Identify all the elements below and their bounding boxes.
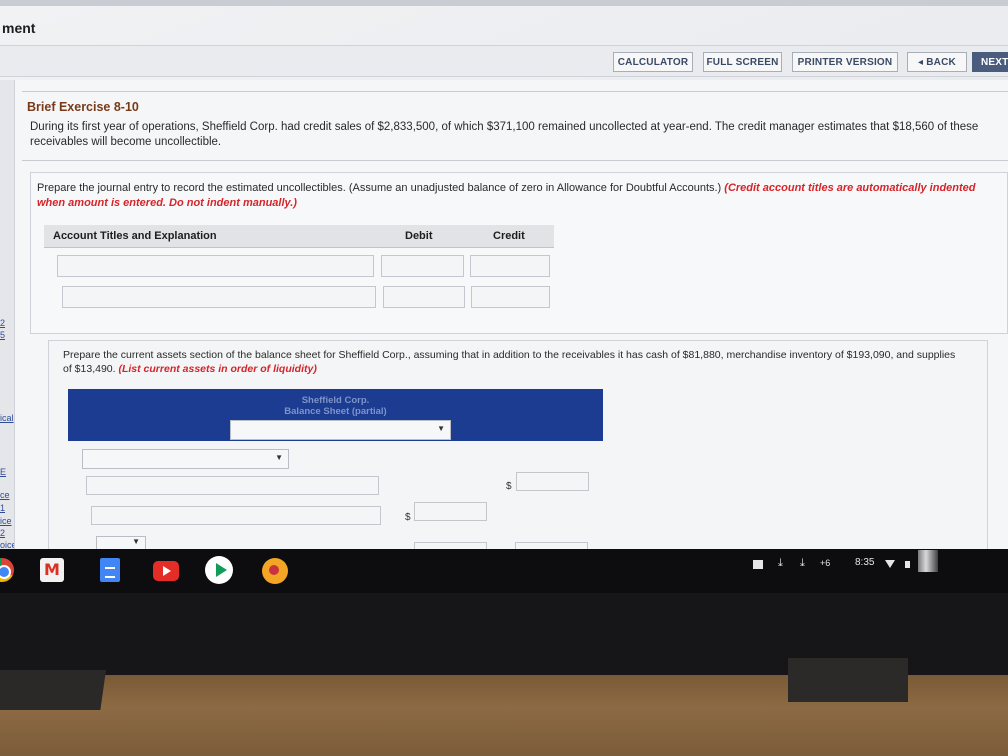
- next-button[interactable]: NEXT: [972, 52, 1008, 72]
- os-taskbar: [0, 549, 1008, 593]
- download-icon[interactable]: ⤓: [778, 557, 783, 570]
- gmail-icon[interactable]: [40, 558, 64, 582]
- asset-title-input-2[interactable]: [91, 506, 381, 525]
- col-header-credit: Credit: [493, 230, 525, 242]
- debit-input-2[interactable]: [383, 286, 465, 308]
- balance-red-note: (List current assets in order of liquidi…: [118, 363, 317, 375]
- asset-amount-input-2[interactable]: [414, 502, 487, 521]
- chevron-down-icon: ▼: [132, 537, 140, 546]
- sidebar-link[interactable]: E: [0, 467, 6, 477]
- printer-version-button[interactable]: PRINTER VERSION: [792, 52, 898, 72]
- dollar-sign: $: [405, 512, 411, 523]
- sidebar-link[interactable]: 5: [0, 330, 5, 340]
- browser-tab-strip: [0, 0, 1008, 6]
- notification-badge[interactable]: +6: [820, 558, 830, 568]
- asset-title-input-1[interactable]: [86, 476, 379, 495]
- laptop-hinge-right: [788, 658, 908, 702]
- chevron-down-icon: ▼: [437, 424, 445, 433]
- avatar[interactable]: [918, 550, 938, 572]
- sidebar-link[interactable]: 1: [0, 503, 5, 513]
- clock[interactable]: 8:35: [855, 557, 874, 568]
- screen-capture-icon[interactable]: [753, 560, 763, 569]
- category-select[interactable]: ▼: [82, 449, 289, 469]
- account-title-input-1[interactable]: [57, 255, 374, 277]
- asset-select-3[interactable]: ▼: [96, 536, 146, 550]
- balance-sheet-company: Sheffield Corp.: [301, 395, 370, 406]
- calculator-button[interactable]: CALCULATOR: [613, 52, 693, 72]
- credit-input-2[interactable]: [471, 286, 550, 308]
- exercise-intro-text: During its first year of operations, She…: [30, 121, 979, 148]
- browser-screen: ment CALCULATOR FULL SCREEN PRINTER VERS…: [0, 0, 1008, 556]
- battery-icon[interactable]: [905, 561, 910, 568]
- asset-amount-input-1[interactable]: [516, 472, 589, 491]
- app-icon[interactable]: [262, 558, 288, 584]
- exercise-title: Brief Exercise 8-10: [27, 100, 139, 114]
- account-title-input-2[interactable]: [62, 286, 376, 308]
- back-button[interactable]: ◂ BACK: [907, 52, 967, 72]
- balance-sheet-subtitle: Balance Sheet (partial): [284, 406, 387, 417]
- page-title: ment: [2, 20, 36, 36]
- chevron-down-icon: ▼: [275, 453, 283, 462]
- journal-instruction-text: Prepare the journal entry to record the …: [37, 182, 722, 194]
- sidebar-link[interactable]: ical: [0, 413, 14, 423]
- download-icon[interactable]: ⤓: [800, 557, 805, 570]
- sidebar-link[interactable]: ce: [0, 490, 10, 500]
- docs-icon[interactable]: [100, 558, 120, 582]
- full-screen-button[interactable]: FULL SCREEN: [703, 52, 782, 72]
- sidebar-link[interactable]: ice: [0, 516, 12, 526]
- dollar-sign: $: [506, 481, 512, 492]
- sidebar-link[interactable]: 2: [0, 318, 5, 328]
- col-header-account-titles: Account Titles and Explanation: [53, 230, 217, 242]
- date-select[interactable]: ▼: [230, 420, 451, 440]
- debit-input-1[interactable]: [381, 255, 464, 277]
- wifi-icon[interactable]: [885, 560, 895, 568]
- laptop-hinge-left: [0, 670, 107, 710]
- sidebar-link[interactable]: 2: [0, 528, 5, 538]
- journal-entry-instruction: Prepare the journal entry to record the …: [37, 181, 997, 211]
- col-header-debit: Debit: [405, 230, 433, 242]
- balance-sheet-instruction: Prepare the current assets section of th…: [63, 348, 963, 376]
- play-store-icon[interactable]: [205, 556, 233, 584]
- credit-input-1[interactable]: [470, 255, 550, 277]
- youtube-icon[interactable]: [153, 561, 179, 581]
